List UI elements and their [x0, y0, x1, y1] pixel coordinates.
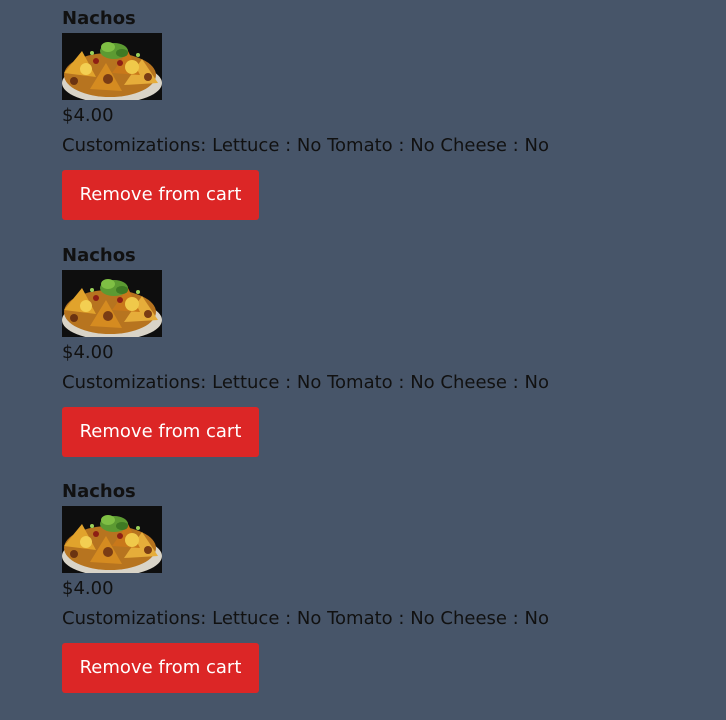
item-name: Nachos	[62, 8, 136, 29]
cart-item: Nachos $4.00 Customizations: Lettuce: N…	[62, 473, 702, 710]
nachos-image	[62, 33, 162, 100]
cart-list: Nachos $4.00 Customizations: Lettuce: N…	[62, 0, 702, 710]
item-customizations: Customizations: Lettuce : No Tomato : No…	[62, 134, 549, 158]
item-name: Nachos	[62, 244, 136, 266]
customizations-value: Lettuce : No Tomato : No Cheese : No	[212, 371, 549, 393]
item-price: $4.00	[62, 578, 114, 599]
customizations-value: Lettuce : No Tomato : No Cheese : No	[212, 135, 549, 156]
item-customizations: Customizations: Lettuce : No Tomato : No…	[62, 371, 549, 395]
item-customizations: Customizations: Lettuce : No Tomato : No…	[62, 607, 549, 631]
customizations-label: Customizations:	[62, 135, 207, 156]
item-price: $4.00	[62, 105, 114, 126]
remove-from-cart-button[interactable]: Remove from cart	[62, 643, 259, 693]
nachos-image	[62, 506, 162, 573]
nachos-image	[62, 269, 162, 337]
customizations-label: Customizations:	[62, 608, 207, 629]
remove-from-cart-button[interactable]: Remove from cart	[62, 406, 259, 457]
cart-item: Nachos $4.00 Customizations: Lettuce: N…	[62, 237, 702, 474]
item-name: Nachos	[62, 481, 136, 502]
item-price: $4.00	[62, 341, 114, 363]
customizations-value: Lettuce : No Tomato : No Cheese : No	[212, 608, 549, 629]
remove-from-cart-button[interactable]: Remove from cart	[62, 170, 259, 220]
customizations-label: Customizations:	[62, 371, 207, 393]
cart-item: Nachos $4.00 Customizations: Lettuce: N…	[62, 0, 702, 237]
